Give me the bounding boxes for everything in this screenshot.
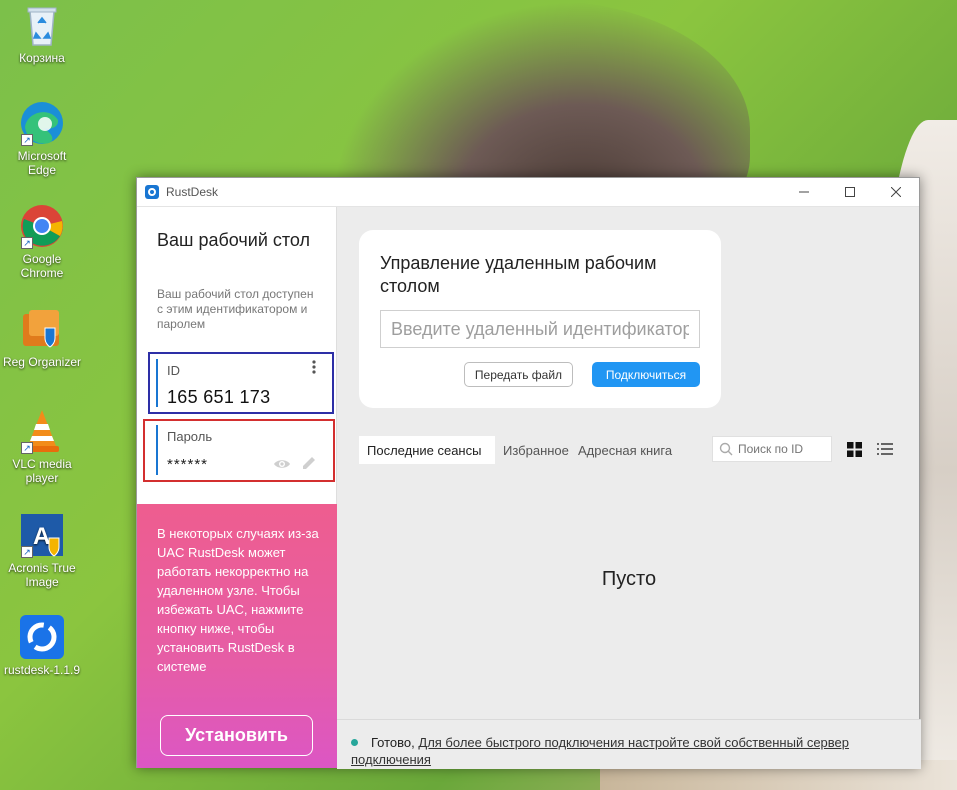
id-label: ID <box>167 363 180 378</box>
transfer-file-button[interactable]: Передать файл <box>464 362 573 387</box>
peers-tabs: Последние сеансы Избранное Адресная книг… <box>359 436 680 464</box>
status-bar: Готово, Для более быстрого подключения н… <box>337 719 921 769</box>
desktop-icon-label: Microsoft Edge <box>17 149 67 177</box>
setup-server-link[interactable]: Для более быстрого подключения настройте… <box>351 735 849 767</box>
acronis-icon: A ↗ <box>19 512 65 558</box>
install-banner: В некоторых случаях из-за UAC RustDesk м… <box>137 504 337 768</box>
desktop-icon-label: rustdesk-1.1.9 <box>3 663 81 677</box>
desktop-icon-recycle-bin[interactable]: Корзина <box>2 2 82 65</box>
maximize-icon <box>845 187 855 197</box>
tab-favorites[interactable]: Избранное <box>495 436 570 464</box>
desktop-icon-rustdesk[interactable]: rustdesk-1.1.9 <box>2 614 82 677</box>
remote-control-card: Управление удаленным рабочим столом Пере… <box>359 230 721 408</box>
desktop-icon-chrome[interactable]: ↗ Google Chrome <box>2 203 82 280</box>
shortcut-arrow-icon: ↗ <box>21 546 33 558</box>
rustdesk-logo-icon <box>145 185 159 199</box>
reg-organizer-icon <box>19 306 65 352</box>
window-controls <box>781 178 919 206</box>
password-label: Пароль <box>167 429 213 444</box>
edge-icon: ↗ <box>19 100 65 146</box>
rustdesk-window: RustDesk Ваш рабочий стол Ваш рабочий ст… <box>136 177 921 769</box>
status-text: Готово, Для более быстрого подключения н… <box>351 734 919 768</box>
close-icon <box>891 187 901 197</box>
connect-button[interactable]: Подключиться <box>592 362 700 387</box>
desktop-icon-label: VLC media player <box>12 457 72 485</box>
your-desktop-title: Ваш рабочий стол <box>157 230 311 250</box>
install-button[interactable]: Установить <box>160 715 313 756</box>
remote-control-title: Управление удаленным рабочим столом <box>380 253 657 296</box>
desktop-icon-edge[interactable]: ↗ Microsoft Edge <box>2 100 82 177</box>
search-id-box <box>712 436 832 462</box>
shortcut-arrow-icon: ↗ <box>21 134 33 146</box>
search-icon <box>719 442 733 456</box>
desktop-icon-vlc[interactable]: ↗ VLC media player <box>2 408 82 485</box>
shortcut-arrow-icon: ↗ <box>21 237 33 249</box>
password-section: Пароль ****** <box>143 419 335 482</box>
recycle-bin-icon <box>19 2 65 48</box>
your-desktop-description: Ваш рабочий стол доступен с этим идентиф… <box>157 287 314 331</box>
close-button[interactable] <box>873 178 919 206</box>
desktop-icon-acronis[interactable]: A ↗ Acronis True Image <box>2 512 82 589</box>
svg-text:A: A <box>33 523 50 550</box>
more-vert-icon[interactable] <box>312 360 316 376</box>
chrome-icon: ↗ <box>19 203 65 249</box>
desktop-icon-label: Acronis True Image <box>8 561 76 589</box>
id-value[interactable]: 165 651 173 <box>167 387 270 408</box>
desktop-icon-label: Корзина <box>19 51 65 65</box>
list-view-icon[interactable] <box>877 442 893 456</box>
empty-state-text: Пусто <box>601 568 657 590</box>
status-ready-text: Готово, <box>371 735 415 750</box>
left-panel: Ваш рабочий стол Ваш рабочий стол доступ… <box>137 207 337 768</box>
password-value: ****** <box>167 456 209 473</box>
eye-icon[interactable] <box>273 457 291 471</box>
tab-recent-sessions[interactable]: Последние сеансы <box>359 436 495 464</box>
shortcut-arrow-icon: ↗ <box>21 442 33 454</box>
remote-id-input[interactable] <box>380 310 700 348</box>
install-warning-text: В некоторых случаях из-за UAC RustDesk м… <box>157 526 319 674</box>
desktop-icon-label: Google Chrome <box>20 252 64 280</box>
search-id-input[interactable] <box>738 442 828 456</box>
title-bar[interactable]: RustDesk <box>137 178 919 207</box>
maximize-button[interactable] <box>827 178 873 206</box>
id-section: ID 165 651 173 <box>148 352 334 414</box>
rustdesk-icon <box>19 614 65 660</box>
edit-pencil-icon[interactable] <box>300 454 318 472</box>
minimize-button[interactable] <box>781 178 827 206</box>
tab-address-book[interactable]: Адресная книга <box>570 436 680 464</box>
vlc-cone-icon: ↗ <box>19 408 65 454</box>
desktop-icon-label: Reg Organizer <box>2 355 82 369</box>
minimize-icon <box>799 191 809 193</box>
desktop-icon-reg-organizer[interactable]: Reg Organizer <box>2 306 82 369</box>
grid-view-icon[interactable] <box>847 442 862 457</box>
window-title: RustDesk <box>166 185 219 199</box>
